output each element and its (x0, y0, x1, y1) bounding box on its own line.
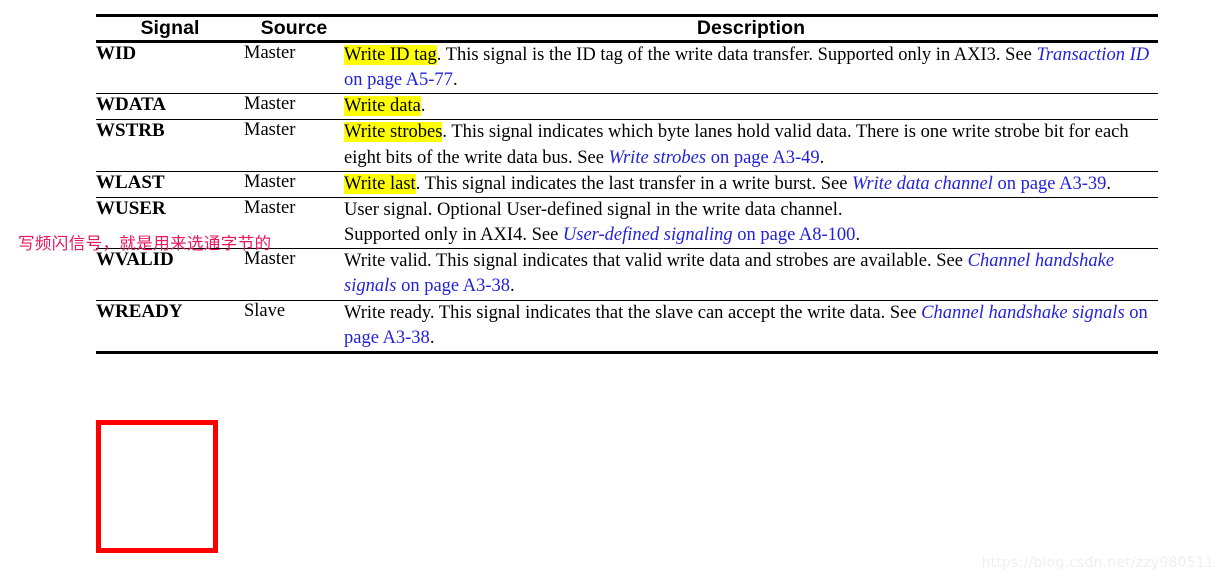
cell-source: Master (244, 120, 296, 141)
cell-signal-name: WVALID (96, 249, 174, 271)
table-row: WVALID Master Write valid. This signal ind… (96, 248, 1158, 300)
table-header: Signal Source Description (96, 15, 1158, 42)
description-text: . (819, 147, 825, 168)
cross-reference-page[interactable]: on page A3-39 (993, 174, 1106, 194)
table-bottom-rule (96, 352, 1158, 355)
table-row: WLAST Master Write last. This signal indic… (96, 171, 1158, 197)
cell-description: Write ID tag. This signal is the ID tag … (344, 42, 1158, 94)
description-text: User signal. Optional User-defined signa… (344, 199, 843, 220)
table-body: WID Master Write ID tag. This signal is th… (96, 41, 1158, 355)
table-row: WREADY Slave Write ready. This signal indi… (96, 300, 1158, 352)
cell-description: Write last. This signal indicates the la… (344, 171, 1158, 197)
cell-description: Write valid. This signal indicates that … (344, 249, 1158, 300)
cell-description: Write ready. This signal indicates that … (344, 300, 1158, 352)
cross-reference-page[interactable]: on page A8-100 (733, 225, 855, 245)
table-row: WSTRB Master Write strobes. This signal in… (96, 119, 1158, 171)
cross-reference-link[interactable]: Transaction ID (1037, 45, 1150, 65)
table-header-row: Signal Source Description (96, 15, 1158, 42)
cell-source: Slave (244, 300, 286, 321)
table-row: WDATA Master Write data. (96, 93, 1158, 120)
description-text: Write valid. This signal indicates that … (344, 251, 968, 272)
cross-reference-link[interactable]: Channel handshake signals (921, 303, 1125, 323)
description-text: . This signal is the ID tag of the write… (436, 45, 1037, 65)
cell-signal-name: WID (96, 43, 137, 64)
description-text: . (510, 276, 515, 297)
column-header-description: Description (696, 17, 806, 39)
signal-description-table: Signal Source Description WID Master Write… (96, 14, 1158, 355)
cell-source: Master (244, 94, 296, 115)
wvalid-wready-highlight-box (96, 420, 218, 553)
cell-source: Master (244, 171, 296, 192)
description-text: . (1106, 173, 1112, 194)
highlighted-term: Write data (344, 96, 421, 117)
column-header-signal: Signal (140, 17, 200, 39)
cell-signal-name: WSTRB (96, 120, 165, 142)
cell-signal-name: WREADY (96, 300, 183, 322)
description-text: . (429, 327, 435, 348)
table-bottom-rule-cell (96, 352, 1158, 355)
table-row: WID Master Write ID tag. This signal is th… (96, 41, 1158, 94)
cross-reference-link[interactable]: Write strobes (609, 148, 706, 168)
highlighted-term: Write last (344, 173, 416, 194)
chinese-annotation-note: 写频闪信号，就是用来选通字节的 (18, 234, 272, 253)
description-text: . This signal indicates the last transfe… (415, 173, 853, 194)
cross-reference-link[interactable]: User-defined signaling (563, 225, 733, 245)
description-text: Supported only in AXI4. See (344, 225, 563, 246)
description-text: . (855, 225, 861, 246)
description-text: . (452, 70, 458, 91)
cell-signal-name: WDATA (96, 94, 167, 116)
cross-reference-page[interactable]: on page A3-49 (706, 148, 820, 168)
cross-reference-page[interactable]: on page A5-77 (344, 70, 453, 90)
cross-reference-page[interactable]: on page A3-38 (396, 276, 510, 296)
description-text: . (420, 96, 426, 117)
column-header-source: Source (260, 17, 328, 39)
cell-description: User signal. Optional User-defined signa… (344, 197, 1158, 248)
cell-signal-name: WLAST (96, 171, 165, 193)
watermark: https://blog.csdn.net/zzy980511 (981, 555, 1214, 571)
highlighted-term: Write ID tag (344, 45, 437, 65)
description-text: Write ready. This signal indicates that … (344, 302, 922, 323)
cell-source: Master (244, 249, 296, 270)
cell-description: Write strobes. This signal indicates whi… (344, 120, 1158, 171)
cross-reference-link[interactable]: Write data channel (852, 174, 993, 194)
highlighted-term: Write strobes (344, 122, 443, 143)
cell-source: Master (244, 43, 296, 63)
cell-description: Write data. (344, 94, 1158, 120)
